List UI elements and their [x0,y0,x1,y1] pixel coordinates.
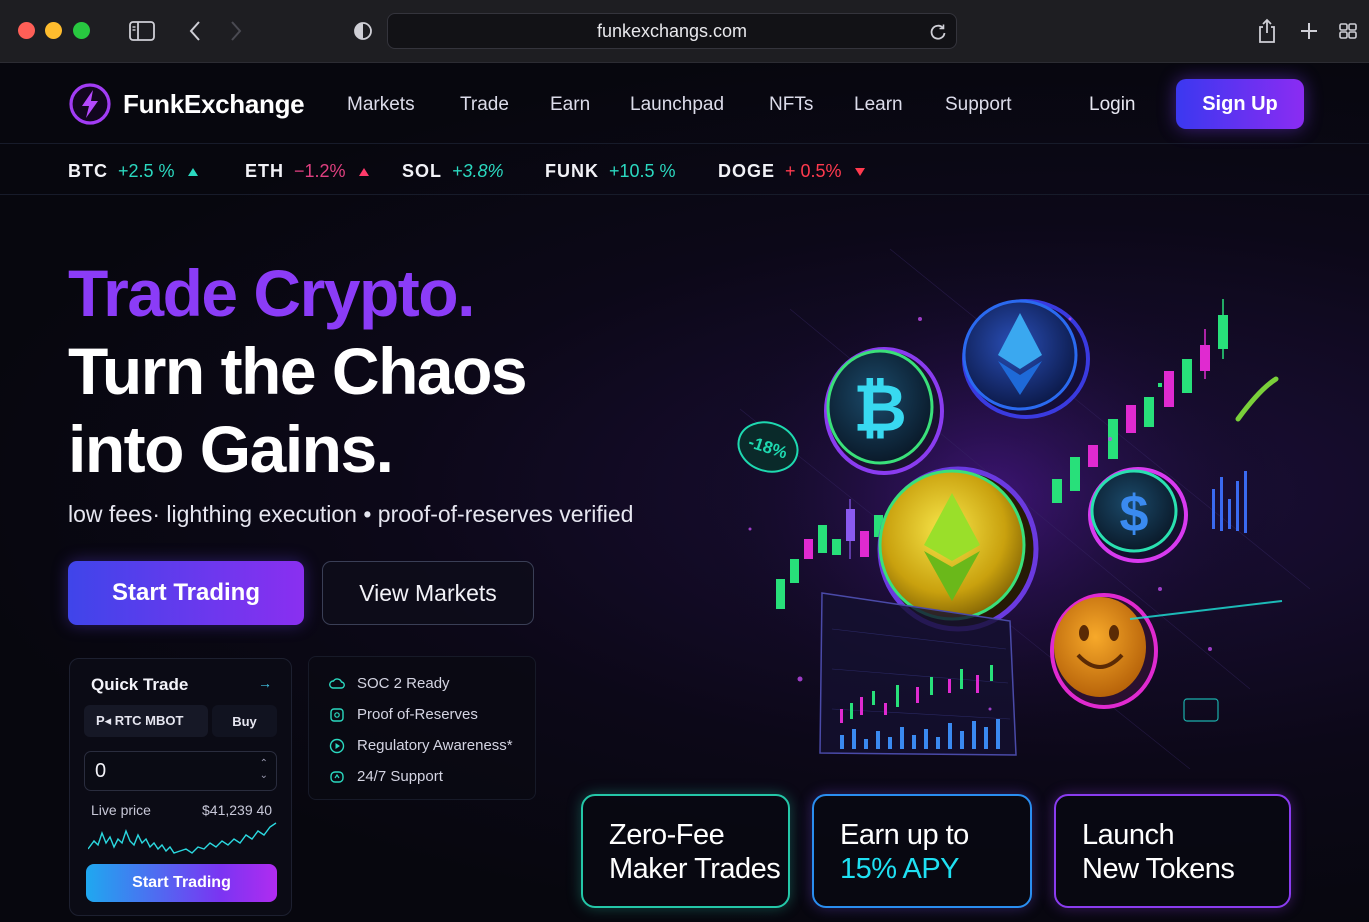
smiley-coin-icon [1050,593,1158,709]
shield-icon [330,707,344,722]
trust-label: SOC 2 Ready [357,675,450,692]
stepper-icon[interactable]: ⌃ ⌄ [260,758,268,782]
buy-toggle[interactable]: Buy [212,705,277,737]
address-bar[interactable]: funkexchangs.com [387,13,957,49]
bitcoin-coin-icon: ₿ [824,347,944,475]
nav-earn[interactable]: Earn [550,94,590,116]
ticker-item-doge[interactable]: DOGE + 0.5% [718,161,866,182]
ticker-symbol: BTC [68,161,108,181]
trust-item-support: 24/7 Support [329,768,443,785]
page-content: FunkExchange Markets Trade Earn Launchpa… [0,64,1369,922]
new-tab-icon[interactable] [1295,18,1323,44]
ticker-change: +3.8% [452,161,504,181]
ticker-change: −1.2% [294,161,346,181]
down-triangle-icon [854,167,865,176]
quick-trade-panel: Quick Trade → P◂ RTC MBOT Buy 0 ⌃ ⌄ Live … [69,658,292,916]
sidebar-toggle-icon[interactable] [128,18,156,44]
card-line-2: 15% APY [840,853,960,885]
amount-value: 0 [95,759,107,782]
view-markets-button[interactable]: View Markets [322,561,534,625]
reader-mode-icon[interactable] [349,18,377,44]
trust-label: Regulatory Awareness* [357,737,513,754]
brand-name: FunkExchange [123,88,305,119]
ticker-item-btc[interactable]: BTC +2.5 % [68,161,199,182]
hero-line-2: Turn the Chaos [68,334,528,408]
hero-tagline: low fees· lighthing execution • proof-of… [68,501,634,527]
crypto-illustration: -18% ₿ $ [690,239,1311,769]
hero-line-3: into Gains. [68,412,394,486]
nav-learn[interactable]: Learn [854,94,903,116]
ticker-change: +2.5 % [118,161,175,181]
dollar-coin-icon: $ [1088,467,1188,563]
ticker-item-sol[interactable]: SOL +3.8% [402,161,504,182]
trust-item-regulatory: Regulatory Awareness* [329,737,513,754]
ticker-symbol: SOL [402,161,443,181]
site-header: FunkExchange Markets Trade Earn Launchpa… [0,64,1369,144]
hero-line-1: Trade Crypto. [68,256,475,330]
nav-launchpad[interactable]: Launchpad [630,94,724,116]
card-line-1: Earn up to [840,819,969,851]
forward-icon[interactable] [222,18,250,44]
hero-headline: Trade Crypto. Turn the Chaos into Gains. [68,254,528,488]
start-trading-button[interactable]: Start Trading [68,561,304,625]
brand-logo[interactable]: FunkExchange [68,82,305,126]
ticker-item-funk[interactable]: FUNK +10.5 % [545,161,676,182]
close-window-button[interactable] [18,22,35,39]
ticker-symbol: DOGE [718,161,776,181]
price-sparkline [88,822,277,854]
ticker-symbol: FUNK [545,161,599,181]
share-icon[interactable] [1253,18,1281,44]
arrow-right-icon[interactable]: → [258,675,272,691]
trust-badges: SOC 2 Ready Proof of-Reserves Regulatory… [308,656,536,800]
quick-trade-title: Quick Trade [91,675,189,694]
feature-card-zero-fee[interactable]: Zero-Fee Maker Trades [581,794,790,908]
ticker-change: +10.5 % [609,161,676,181]
amount-input[interactable]: 0 ⌃ ⌄ [84,751,277,791]
trading-chart-panel [819,592,1017,756]
tab-overview-icon[interactable] [1334,18,1362,44]
url-text: funkexchangs.com [596,20,748,41]
reload-icon[interactable] [928,22,948,42]
sign-up-button[interactable]: Sign Up [1176,79,1304,129]
svg-text:₿: ₿ [853,371,907,445]
chat-icon [330,770,344,783]
trust-label: Proof of-Reserves [357,706,478,723]
minimize-window-button[interactable] [45,22,62,39]
card-line-2: New Tokens [1082,853,1235,885]
up-triangle-icon [187,167,198,176]
trading-pair-select[interactable]: P◂ RTC MBOT [84,705,208,737]
maximize-window-button[interactable] [73,22,90,39]
login-link[interactable]: Login [1089,94,1136,116]
price-ticker: BTC +2.5 % ETH −1.2% SOL +3.8% FUNK +10.… [0,145,1369,195]
ticker-change: + 0.5% [785,161,842,181]
trust-item-soc2: SOC 2 Ready [329,675,450,692]
nav-support[interactable]: Support [945,94,1012,116]
ticker-symbol: ETH [245,161,284,181]
quick-trade-start-button[interactable]: Start Trading [86,864,277,902]
live-price-label: Live price [91,802,151,818]
svg-text:$: $ [1120,485,1149,543]
live-price-value: $41,239 40 [202,802,273,818]
card-line-2: Maker Trades [609,853,781,885]
feature-card-launch-tokens[interactable]: Launch New Tokens [1054,794,1291,908]
trust-label: 24/7 Support [357,768,443,785]
nav-nfts[interactable]: NFTs [769,94,813,116]
nav-trade[interactable]: Trade [460,94,509,116]
browser-toolbar: funkexchangs.com [0,0,1369,63]
card-line-1: Launch [1082,819,1175,851]
play-circle-icon [329,738,345,753]
ticker-item-eth[interactable]: ETH −1.2% [245,161,370,182]
card-line-1: Zero-Fee [609,819,725,851]
back-icon[interactable] [181,18,209,44]
nav-markets[interactable]: Markets [347,94,415,116]
feature-card-earn-apy[interactable]: Earn up to 15% APY [812,794,1032,908]
cloud-icon [329,677,345,689]
trust-item-proof-of-reserves: Proof of-Reserves [329,706,478,723]
lightning-logo-icon [69,83,111,125]
up-triangle-icon [358,167,369,176]
